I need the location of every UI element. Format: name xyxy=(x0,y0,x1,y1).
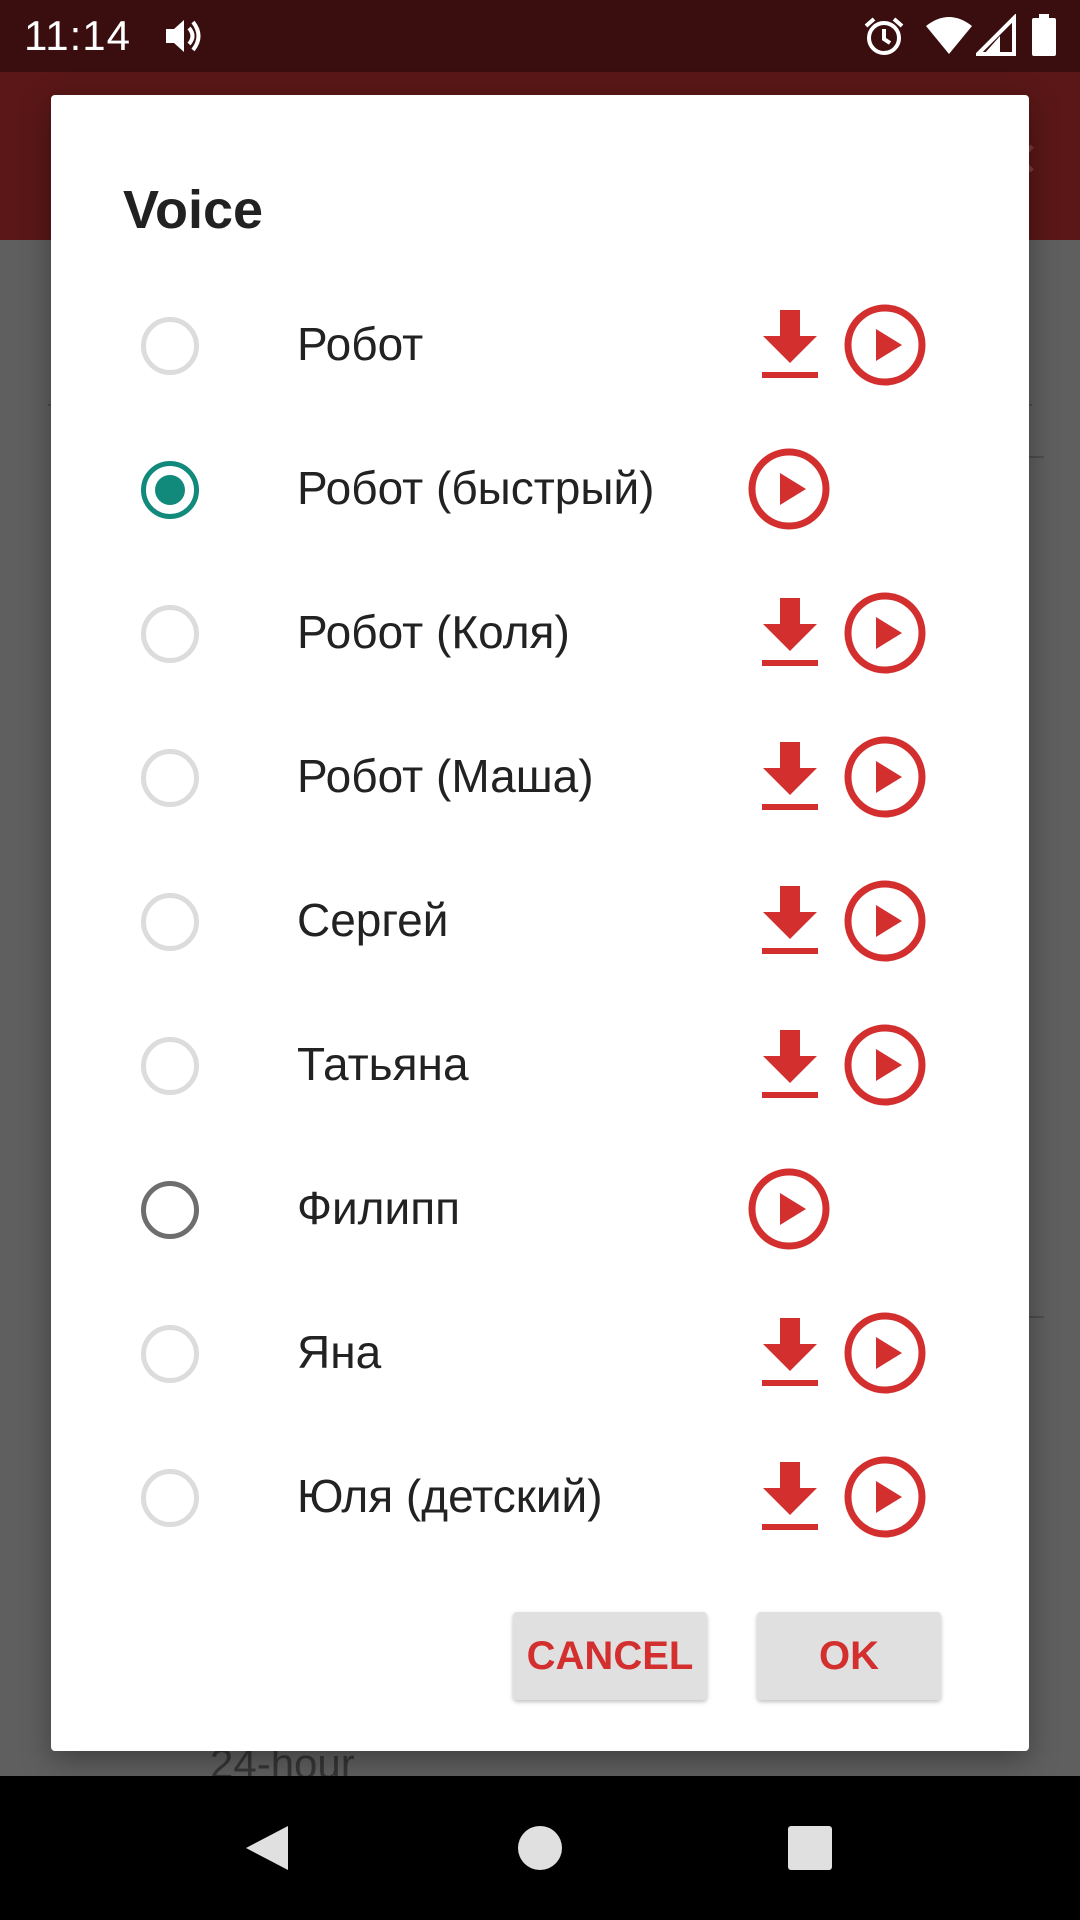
radio-button[interactable] xyxy=(141,893,199,951)
voice-option-label: Юля (детский) xyxy=(297,1470,603,1522)
radio-button[interactable] xyxy=(141,461,199,519)
voice-option[interactable]: Робот xyxy=(51,273,1029,417)
navigation-bar xyxy=(0,1776,1080,1920)
home-button[interactable] xyxy=(468,1776,612,1920)
play-icon[interactable] xyxy=(843,1311,927,1395)
download-icon[interactable] xyxy=(761,1318,819,1388)
voice-option-label: Робот (Коля) xyxy=(297,606,570,658)
play-icon[interactable] xyxy=(843,591,927,675)
voice-option[interactable]: Робот (быстрый) xyxy=(51,417,1029,561)
dialog-title: Voice xyxy=(123,180,264,240)
voice-option[interactable]: Сергей xyxy=(51,849,1029,993)
voice-option-label: Яна xyxy=(297,1326,382,1378)
download-icon[interactable] xyxy=(761,310,819,380)
radio-button[interactable] xyxy=(141,749,199,807)
signal-icon xyxy=(976,14,1016,58)
voice-option[interactable]: Робот (Коля) xyxy=(51,561,1029,705)
recents-button[interactable] xyxy=(738,1776,882,1920)
volume-icon xyxy=(164,14,204,58)
radio-button[interactable] xyxy=(141,1037,199,1095)
voice-option[interactable]: Робот (Маша) xyxy=(51,705,1029,849)
status-bar: 11:14 xyxy=(0,0,1080,72)
wifi-icon xyxy=(926,14,972,58)
status-time: 11:14 xyxy=(24,12,131,59)
radio-button[interactable] xyxy=(141,1325,199,1383)
back-button[interactable] xyxy=(196,1776,340,1920)
voice-option-label: Филипп xyxy=(297,1182,461,1234)
voice-option[interactable]: Яна xyxy=(51,1281,1029,1425)
radio-button[interactable] xyxy=(141,605,199,663)
download-icon[interactable] xyxy=(761,598,819,668)
voice-option[interactable]: Юля (детский) xyxy=(51,1425,1029,1569)
voice-dialog: Voice Робот Робот (быстрый) Робот (Коля) Ро… xyxy=(51,95,1029,1751)
play-icon[interactable] xyxy=(747,1167,831,1251)
voice-option[interactable]: Татьяна xyxy=(51,993,1029,1137)
play-icon[interactable] xyxy=(843,1023,927,1107)
battery-icon xyxy=(1032,14,1056,58)
alarm-icon xyxy=(862,14,906,58)
ok-button[interactable]: OK xyxy=(757,1612,941,1700)
play-icon[interactable] xyxy=(843,735,927,819)
radio-button[interactable] xyxy=(141,1469,199,1527)
radio-button[interactable] xyxy=(141,317,199,375)
voice-option[interactable]: Филипп xyxy=(51,1137,1029,1281)
cancel-button[interactable]: CANCEL xyxy=(513,1612,707,1700)
play-icon[interactable] xyxy=(747,447,831,531)
download-icon[interactable] xyxy=(761,1030,819,1100)
voice-option-label: Робот (быстрый) xyxy=(297,462,655,514)
download-icon[interactable] xyxy=(761,1462,819,1532)
voice-option-label: Робот (Маша) xyxy=(297,750,594,802)
play-icon[interactable] xyxy=(843,879,927,963)
download-icon[interactable] xyxy=(761,886,819,956)
voice-option-label: Татьяна xyxy=(297,1038,469,1090)
voice-option-label: Робот xyxy=(297,318,424,370)
download-icon[interactable] xyxy=(761,742,819,812)
radio-button[interactable] xyxy=(141,1181,199,1239)
play-icon[interactable] xyxy=(843,1455,927,1539)
voice-option-label: Сергей xyxy=(297,894,449,946)
play-icon[interactable] xyxy=(843,303,927,387)
